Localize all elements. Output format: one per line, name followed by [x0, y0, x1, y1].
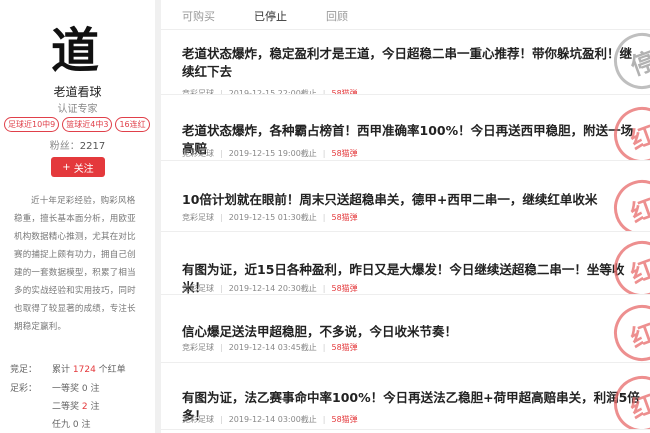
separator: | — [322, 343, 326, 352]
plan-category: 竞彩足球 — [182, 89, 214, 95]
plan-list-panel: 可购买 已停止 回顾 老道状态爆炸，稳定盈利才是王道，今日超稳二串一重心推荐！带… — [161, 0, 650, 433]
separator: | — [220, 149, 223, 158]
expert-bio: 近十年足彩经验，购彩风格稳重，擅长基本面分析，用欧亚机构数据精心推测，尤其在对比… — [14, 196, 136, 332]
plan-price: 58猫弹 — [331, 89, 358, 95]
tab-review[interactable]: 回顾 — [326, 8, 348, 24]
plan-title[interactable]: 老道状态爆炸，稳定盈利才是王道，今日超稳二串一重心推荐！带你躲坑盈利！继续红下去 — [182, 45, 644, 81]
plan-deadline: 2019-12-14 03:00截止 — [228, 415, 317, 424]
avatar[interactable]: 道 — [42, 18, 108, 79]
plan-title[interactable]: 10倍计划就在眼前！周末只送超稳串关，德甲+西甲二串一，继续红单收米 — [182, 191, 644, 209]
stat-label: 足彩： — [10, 384, 38, 394]
tab-stopped[interactable]: 已停止 — [254, 8, 287, 24]
plan-category: 竞彩足球 — [182, 284, 214, 293]
red-hit-stamp-icon: 红 — [606, 299, 650, 362]
separator: | — [220, 343, 223, 352]
tab-available[interactable]: 可购买 — [182, 8, 215, 24]
plan-item[interactable]: 信心爆足送法甲超稳胆，不多说，今日收米节奏！ 竞彩足球 | 2019-12-14 03… — [161, 299, 650, 363]
stat-number: 0 — [72, 420, 79, 430]
record-tag: 16连红 — [115, 117, 150, 132]
plan-price: 58猫弹 — [331, 213, 358, 222]
separator: | — [220, 284, 223, 293]
separator: | — [322, 213, 326, 222]
plan-item[interactable]: 10倍计划就在眼前！周末只送超稳串关，德甲+西甲二串一，继续红单收米竞彩足球 | 2… — [161, 168, 650, 232]
plan-title[interactable]: 信心爆足送法甲超稳胆，不多说，今日收米节奏！ — [182, 323, 644, 341]
stat-suffix: 注 — [90, 402, 100, 412]
fans-label: 粉丝： — [49, 141, 80, 152]
record-tag: 篮球近4中3 — [62, 117, 113, 132]
expert-name: 老道看球 — [53, 85, 102, 99]
stat-prefix: 一等奖 — [52, 384, 80, 394]
stat-number: 2 — [81, 402, 88, 412]
plan-price: 58猫弹 — [331, 284, 358, 293]
plan-deadline: 2019-12-14 03:45截止 — [228, 343, 317, 352]
plan-price: 58猫弹 — [331, 415, 358, 424]
plan-price: 58猫弹 — [331, 343, 358, 352]
stat-suffix: 注 — [90, 384, 100, 394]
separator: | — [220, 213, 223, 222]
fans-count: 粉丝：2217 — [0, 137, 155, 152]
stat-prefix: 累计 — [52, 365, 71, 375]
follow-button[interactable]: + 关注 — [51, 157, 105, 177]
plan-meta: 竞彩足球 | 2019-12-14 20:30截止 | 58猫弹 — [182, 283, 358, 294]
plan-meta: 竞彩足球 | 2019-12-14 03:00截止 | 58猫弹 — [182, 414, 358, 425]
separator: | — [322, 89, 326, 95]
separator: | — [220, 415, 223, 424]
plan-category: 竞彩足球 — [182, 343, 214, 352]
stat-suffix: 个红单 — [98, 365, 126, 375]
stat-number: 0 — [81, 384, 88, 394]
plan-deadline: 2019-12-15 22:00截止 — [228, 89, 317, 95]
separator: | — [220, 89, 223, 95]
plan-deadline: 2019-12-14 20:30截止 — [228, 284, 317, 293]
plan-item[interactable]: 有图为证，近15日各种盈利，昨日又是大爆发！今日继续送超稳二串一！坐等收米！ 竞彩… — [161, 231, 650, 295]
stat-prefix: 二等奖 — [52, 402, 80, 412]
stat-label: 竞足： — [10, 365, 38, 375]
plan-meta: 竞彩足球 | 2019-12-15 01:30截止 | 58猫弹 — [182, 212, 358, 223]
follow-label: 关注 — [73, 163, 94, 175]
plan-item[interactable]: 老道状态爆炸，稳定盈利才是王道，今日超稳二串一重心推荐！带你躲坑盈利！继续红下去… — [161, 31, 650, 95]
separator: | — [322, 284, 326, 293]
plan-category: 竞彩足球 — [182, 149, 214, 158]
separator: | — [322, 149, 326, 158]
separator: | — [322, 415, 326, 424]
expert-tags: 足球近10中9 篮球近4中3 16连红 — [4, 117, 154, 132]
plan-category: 竞彩足球 — [182, 213, 214, 222]
plan-category: 竞彩足球 — [182, 415, 214, 424]
plan-meta: 竞彩足球 | 2019-12-14 03:45截止 | 58猫弹 — [182, 342, 358, 353]
plan-meta: 竞彩足球 | 2019-12-15 22:00截止 | 58猫弹 — [182, 88, 358, 95]
record-tag: 足球近10中9 — [4, 117, 60, 132]
plus-icon: + — [62, 161, 71, 173]
plan-meta: 竞彩足球 | 2019-12-15 19:00截止 | 58猫弹 — [182, 148, 358, 159]
stat-suffix: 注 — [81, 420, 91, 430]
expert-sidebar: 道 老道看球 认证专家 足球近10中9 篮球近4中3 16连红 粉丝：2217 … — [0, 0, 155, 433]
fans-number: 2217 — [79, 141, 106, 152]
expert-role: 认证专家 — [57, 104, 98, 115]
stat-number: 1724 — [72, 365, 96, 375]
plan-price: 58猫弹 — [331, 149, 358, 158]
plan-deadline: 2019-12-15 19:00截止 — [228, 149, 317, 158]
plan-item[interactable]: 有图为证，法乙赛事命中率100%！今日再送法乙稳胆+荷甲超高赔串关，利润5倍多！… — [161, 366, 650, 430]
plan-item[interactable]: 老道状态爆炸，各种霸占榜首！西甲准确率100%！今日再送西甲稳胆，附送一场高赔竞… — [161, 97, 650, 161]
plan-tabs: 可购买 已停止 回顾 — [161, 0, 650, 30]
stat-prefix: 任九 — [52, 420, 71, 430]
plan-deadline: 2019-12-15 01:30截止 — [228, 213, 317, 222]
